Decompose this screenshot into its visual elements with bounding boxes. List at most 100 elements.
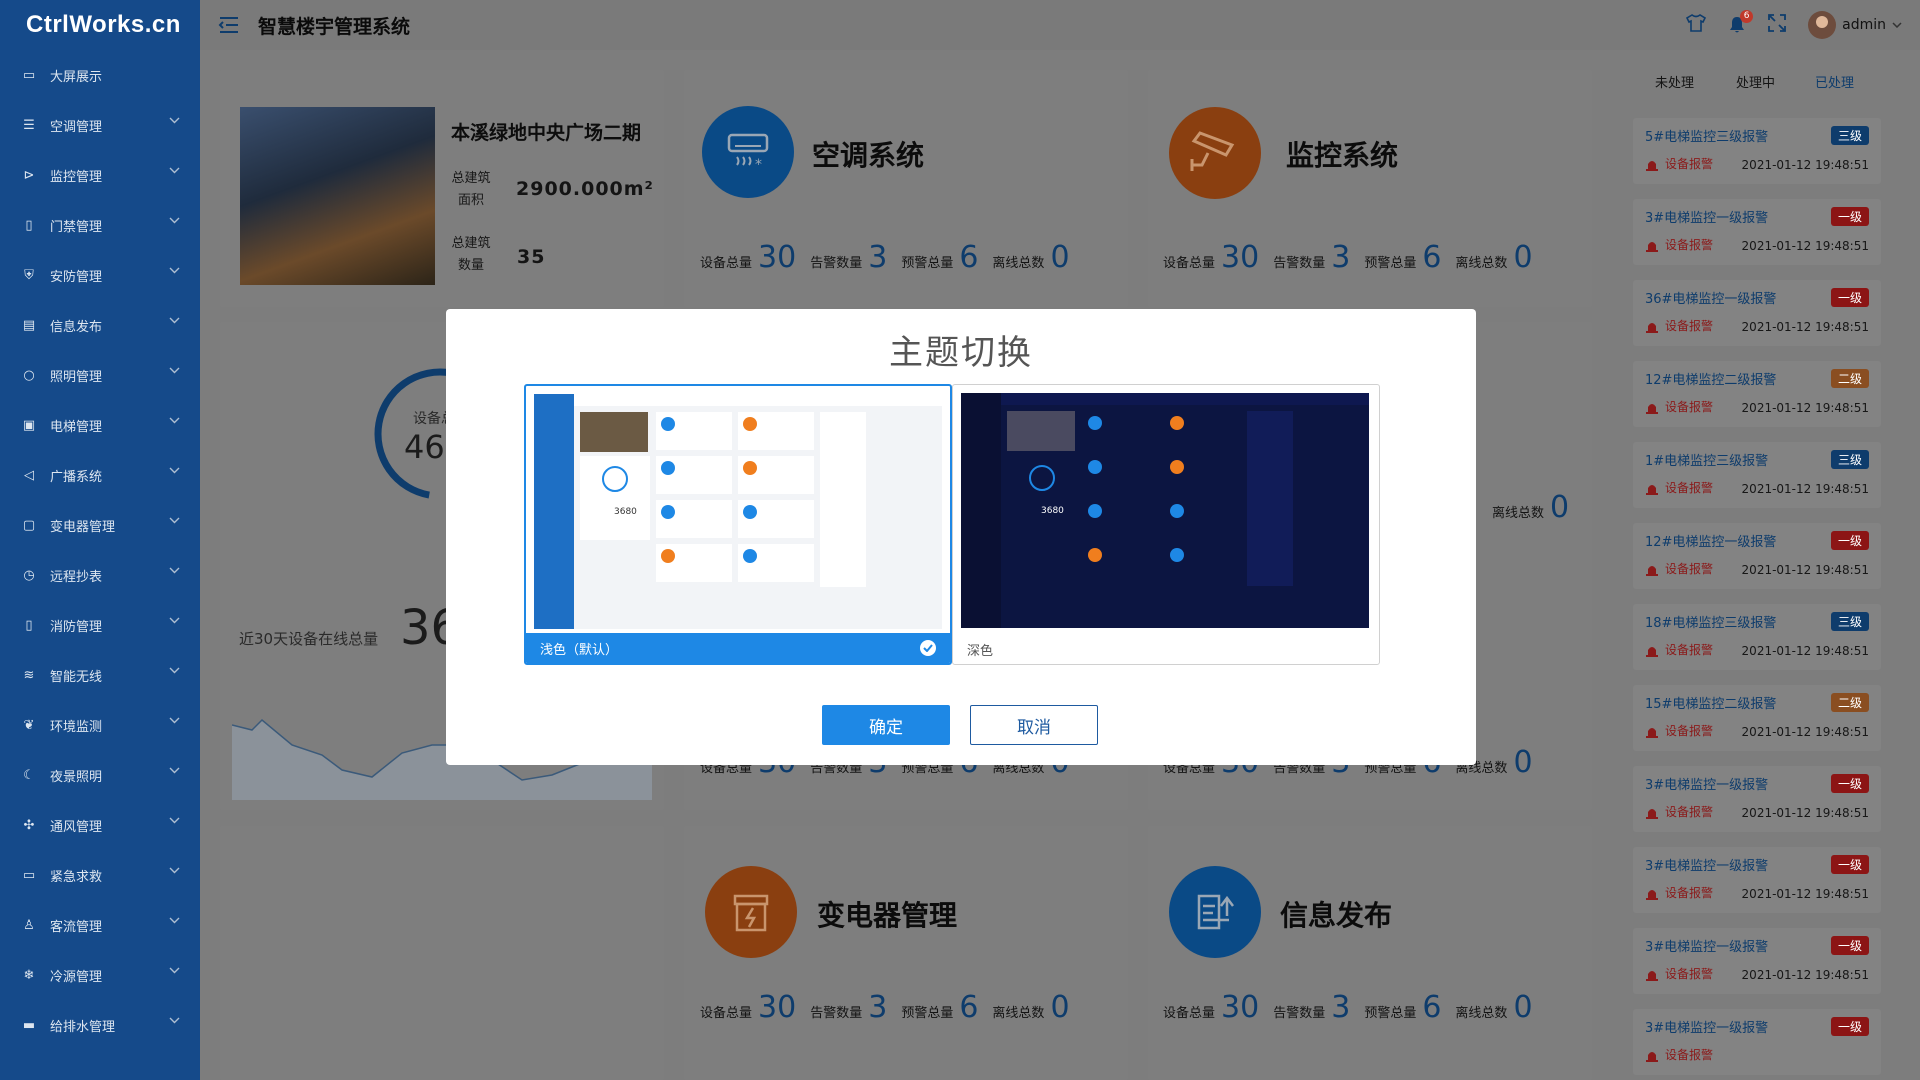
moon-icon: ☾ [23, 767, 35, 783]
sidebar-item-label: 通风管理 [50, 819, 103, 835]
alert-item[interactable]: 3#电梯监控一级报警 一级 设备报警 2021-01-12 19:48:51 [1633, 199, 1881, 265]
door-icon: ▯ [25, 217, 33, 233]
chevron-down-icon [169, 867, 180, 874]
sidebar-item[interactable]: ☾ 夜景照明 [0, 750, 200, 800]
alert-item[interactable]: 5#电梯监控三级报警 三级 设备报警 2021-01-12 19:48:51 [1633, 118, 1881, 184]
sidebar-item[interactable]: ▭ 大屏展示 [0, 50, 200, 100]
alert-title: 36#电梯监控一级报警 [1645, 292, 1777, 307]
sidebar-item-label: 消防管理 [50, 619, 103, 635]
sidebar-item[interactable]: ♙ 客流管理 [0, 900, 200, 950]
sidebar-item[interactable]: ◁ 广播系统 [0, 450, 200, 500]
alert-level-badge: 一级 [1830, 207, 1869, 226]
camera-icon: ⊳ [23, 167, 35, 183]
theme-label: 深色 [967, 643, 994, 659]
sidebar-item[interactable]: ▯ 门禁管理 [0, 200, 200, 250]
sidebar-item[interactable]: ❦ 环境监测 [0, 700, 200, 750]
building-name: 本溪绿地中央广场二期 [451, 122, 642, 144]
empty-card [220, 826, 664, 1080]
sidebar-item[interactable]: ≋ 智能无线 [0, 650, 200, 700]
transformer-icon [705, 866, 797, 958]
air-conditioner-icon: ☰ [23, 117, 35, 133]
alert-item[interactable]: 3#电梯监控一级报警 一级 设备报警 2021-01-12 19:48:51 [1633, 928, 1881, 994]
alert-tag: 设备报警 [1645, 884, 1713, 901]
alert-item[interactable]: 18#电梯监控三级报警 三级 设备报警 2021-01-12 19:48:51 [1633, 604, 1881, 670]
alert-tag: 设备报警 [1645, 803, 1713, 820]
system-title: 信息发布 [1280, 899, 1393, 932]
check-icon [920, 640, 936, 656]
sidebar-item-label: 门禁管理 [50, 219, 103, 235]
tab-unprocessed[interactable]: 未处理 [1655, 72, 1694, 91]
chevron-down-icon [169, 267, 180, 274]
alert-item[interactable]: 3#电梯监控一级报警 一级 设备报警 [1633, 1009, 1881, 1075]
alert-level-badge: 一级 [1830, 855, 1869, 874]
sidebar-item[interactable]: ▯ 消防管理 [0, 600, 200, 650]
sidebar-item[interactable]: ○ 照明管理 [0, 350, 200, 400]
sidebar-item[interactable]: ▤ 信息发布 [0, 300, 200, 350]
chevron-down-icon [169, 117, 180, 124]
confirm-button[interactable]: 确定 [822, 705, 950, 745]
sidebar-item-label: 给排水管理 [50, 1019, 116, 1035]
alert-item[interactable]: 3#电梯监控一级报警 一级 设备报警 2021-01-12 19:48:51 [1633, 766, 1881, 832]
alert-tag: 设备报警 [1645, 398, 1713, 415]
alert-tag: 设备报警 [1645, 236, 1713, 253]
alarm-icon [1646, 403, 1658, 414]
alert-title: 12#电梯监控二级报警 [1645, 373, 1777, 388]
alarm-icon [1646, 808, 1658, 819]
alert-item[interactable]: 3#电梯监控一级报警 一级 设备报警 2021-01-12 19:48:51 [1633, 847, 1881, 913]
chevron-down-icon [169, 317, 180, 324]
bulb-icon: ○ [23, 367, 35, 383]
sidebar-nav: ▭ 大屏展示 ☰ 空调管理 ⊳ 监控管理 ▯ 门禁管理 ⛨ 安防管理 ▤ 信息发布 ○ 照明管理 ▣ 电梯管理… [0, 50, 200, 1050]
alert-item[interactable]: 12#电梯监控二级报警 二级 设备报警 2021-01-12 19:48:51 [1633, 361, 1881, 427]
system-stats: 设备总量 30 告警数量 3 预警总量 6 离线总数 0 [1163, 240, 1533, 275]
top-header: 智慧楼宇管理系统 6 admin [200, 0, 1920, 50]
alarm-icon [1646, 565, 1658, 576]
sidebar-item[interactable]: ▢ 变电器管理 [0, 500, 200, 550]
wifi-icon: ≋ [23, 667, 35, 683]
chevron-down-icon [169, 567, 180, 574]
alert-tag: 设备报警 [1645, 1046, 1713, 1063]
notification-bell-icon[interactable]: 6 [1728, 10, 1754, 34]
sidebar-item[interactable]: ✣ 通风管理 [0, 800, 200, 850]
chevron-down-icon [169, 717, 180, 724]
sidebar-item-label: 智能无线 [50, 669, 103, 685]
sidebar-item[interactable]: ▬ 给排水管理 [0, 1000, 200, 1050]
system-title: 监控系统 [1286, 139, 1399, 172]
alert-item[interactable]: 12#电梯监控一级报警 一级 设备报警 2021-01-12 19:48:51 [1633, 523, 1881, 589]
system-title: 变电器管理 [817, 899, 958, 932]
alert-time: 2021-01-12 19:48:51 [1741, 320, 1869, 334]
tab-processed[interactable]: 已处理 [1815, 72, 1854, 91]
sidebar-item-label: 安防管理 [50, 269, 103, 285]
sidebar-item[interactable]: ▣ 电梯管理 [0, 400, 200, 450]
sidebar-item[interactable]: ⛨ 安防管理 [0, 250, 200, 300]
menu-toggle-icon[interactable] [218, 16, 240, 34]
sidebar-item[interactable]: ☰ 空调管理 [0, 100, 200, 150]
fullscreen-icon[interactable] [1768, 14, 1787, 36]
alert-item[interactable]: 36#电梯监控一级报警 一级 设备报警 2021-01-12 19:48:51 [1633, 280, 1881, 346]
alert-time: 2021-01-12 19:48:51 [1741, 887, 1869, 901]
cancel-button[interactable]: 取消 [970, 705, 1098, 745]
fire-extinguisher-icon: ▯ [25, 617, 33, 633]
app-title: 智慧楼宇管理系统 [258, 15, 411, 38]
alert-item[interactable]: 1#电梯监控三级报警 三级 设备报警 2021-01-12 19:48:51 [1633, 442, 1881, 508]
alert-title: 15#电梯监控二级报警 [1645, 697, 1777, 712]
sidebar-item[interactable]: ◷ 远程抄表 [0, 550, 200, 600]
user-menu[interactable]: admin [1808, 11, 1902, 39]
chevron-down-icon [169, 667, 180, 674]
alarm-icon [1646, 160, 1658, 171]
alert-tag: 设备报警 [1645, 641, 1713, 658]
air-conditioner-icon: * [702, 106, 794, 198]
preview-number: 3680 [1041, 506, 1064, 516]
theme-option-light[interactable]: 3680 浅色（默认） [524, 384, 952, 665]
chevron-down-icon [169, 217, 180, 224]
sidebar-item-label: 变电器管理 [50, 519, 116, 535]
theme-shirt-icon[interactable] [1686, 14, 1707, 36]
theme-option-dark[interactable]: 3680 深色 [952, 384, 1380, 665]
sidebar-item[interactable]: ⊳ 监控管理 [0, 150, 200, 200]
sidebar-item-label: 紧急求救 [50, 869, 103, 885]
alert-level-badge: 三级 [1830, 126, 1869, 145]
alert-item[interactable]: 15#电梯监控二级报警 二级 设备报警 2021-01-12 19:48:51 [1633, 685, 1881, 751]
sidebar-item[interactable]: ▭ 紧急求救 [0, 850, 200, 900]
sidebar-item[interactable]: ❄ 冷源管理 [0, 950, 200, 1000]
alert-level-badge: 二级 [1830, 369, 1869, 388]
tab-processing[interactable]: 处理中 [1736, 72, 1775, 91]
